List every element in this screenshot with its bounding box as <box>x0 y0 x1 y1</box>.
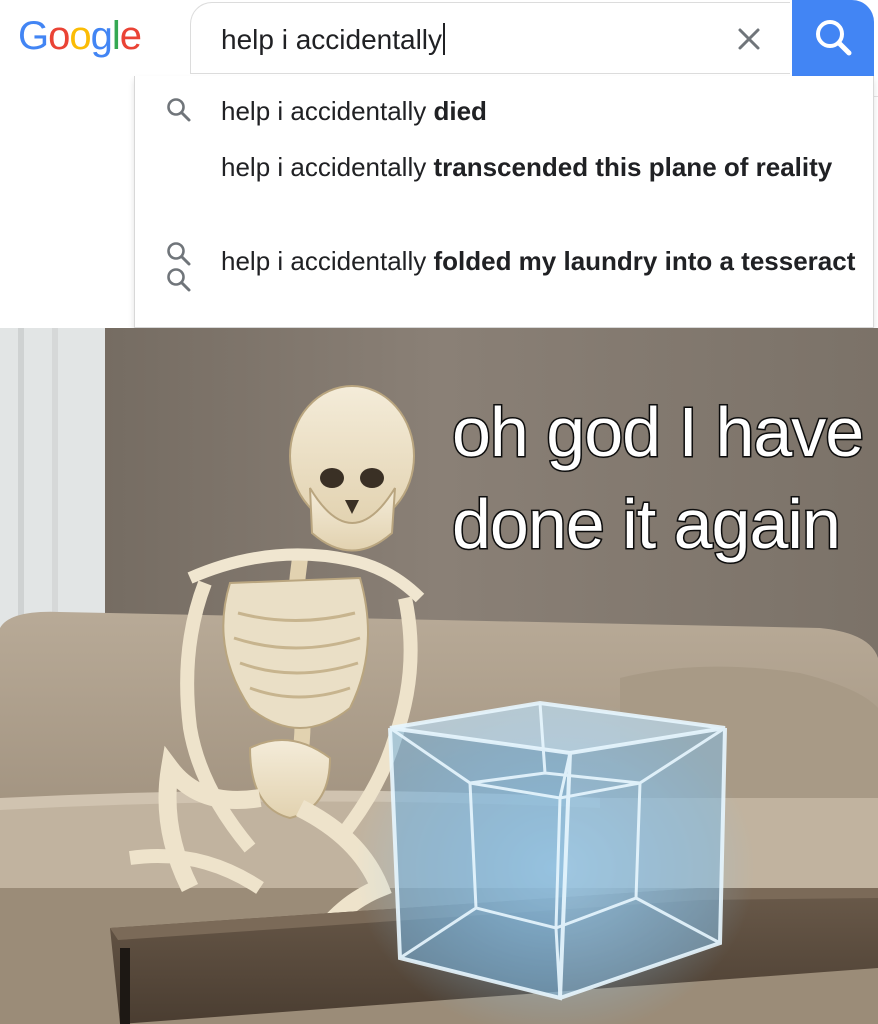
logo-letter: o <box>69 14 91 58</box>
logo-letter: G <box>18 14 49 58</box>
suggestion-prefix: help i accidentally <box>221 96 434 126</box>
suggestion-text: help i accidentally died <box>221 92 861 130</box>
logo-letter: e <box>119 14 142 58</box>
search-button[interactable] <box>792 0 874 76</box>
search-icon <box>167 98 191 122</box>
suggestion-completion: folded my laundry into a tesseract <box>433 246 856 276</box>
google-logo[interactable]: Google <box>18 14 142 58</box>
suggestion-item[interactable]: help i accidentally transcended this pla… <box>135 144 875 266</box>
search-icon <box>167 268 191 292</box>
search-input[interactable]: help i accidentally <box>190 2 790 74</box>
suggestion-item[interactable]: help i accidentally folded my laundry in… <box>135 238 875 328</box>
glowing-tesseract <box>355 698 755 1024</box>
logo-letter: l <box>111 14 121 58</box>
meme-caption: oh god I have done it again <box>451 392 866 565</box>
search-input-value[interactable]: help i accidentally <box>221 24 442 55</box>
close-icon <box>738 28 760 50</box>
text-caret <box>443 23 446 55</box>
page-background <box>0 96 134 328</box>
suggestion-text: help i accidentally transcended this pla… <box>221 148 861 186</box>
suggestion-item[interactable]: help i accidentally died <box>135 76 875 144</box>
autocomplete-dropdown: help i accidentally died help i accident… <box>134 76 874 328</box>
clear-search-button[interactable] <box>729 19 769 59</box>
meme-image: oh god I have done it again <box>0 328 878 1024</box>
logo-letter: o <box>48 14 70 58</box>
search-input-value-wrap: help i accidentally <box>221 23 446 56</box>
suggestion-prefix: help i accidentally <box>221 246 434 276</box>
logo-letter: g <box>90 14 113 58</box>
search-icon <box>816 20 852 56</box>
suggestion-text: help i accidentally folded my laundry in… <box>221 242 861 280</box>
suggestion-prefix: help i accidentally <box>221 152 434 182</box>
suggestion-completion: died <box>433 96 487 126</box>
suggestion-completion: transcended this plane of reality <box>433 152 833 182</box>
